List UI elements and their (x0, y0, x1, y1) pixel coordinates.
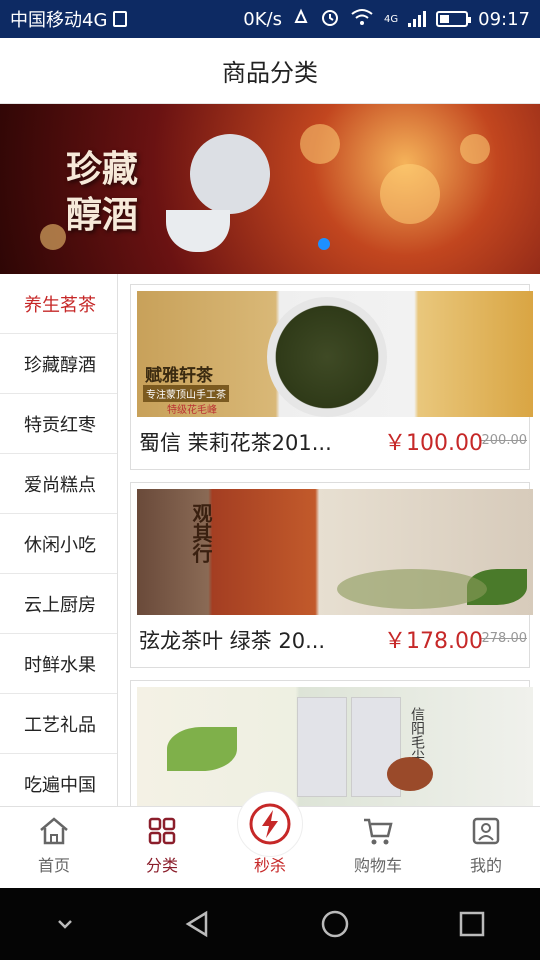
sidebar-item-label: 特贡红枣 (24, 414, 96, 436)
sidebar-item-label: 休闲小吃 (24, 534, 96, 556)
sidebar-item-kitchen[interactable]: 云上厨房 (0, 574, 117, 634)
tea-leaves-image (337, 569, 487, 609)
tea-box-image (297, 697, 347, 797)
product-card[interactable]: 观其行 弦龙茶叶 绿茶 20... ￥178.00 278.00 (130, 482, 533, 668)
sidebar-item-label: 吃遍中国 (24, 774, 96, 796)
signal-icon (408, 11, 427, 27)
product-original-price: 200.00 (481, 433, 528, 448)
product-image-brand: 观其行 (189, 503, 213, 563)
sidebar-item-label: 时鲜水果 (24, 654, 96, 676)
notification-icon (292, 8, 310, 31)
product-image-brand: 信阳毛尖 (409, 707, 425, 763)
nav-cart[interactable]: 购物车 (324, 807, 432, 888)
product-price: ￥178.00 (384, 629, 483, 654)
product-image: 信阳毛尖 (137, 687, 533, 806)
wifi-icon (350, 8, 374, 31)
flash-sale-icon (237, 791, 303, 857)
sidebar-item-wine[interactable]: 珍藏醇酒 (0, 334, 117, 394)
sim-icon (113, 11, 128, 27)
nav-home[interactable]: 首页 (0, 807, 108, 888)
product-image-brand: 赋雅轩茶 (145, 366, 213, 386)
system-nav-bar (0, 888, 540, 960)
page-title: 商品分类 (222, 59, 318, 87)
sidebar-item-label: 云上厨房 (24, 594, 96, 616)
sidebar-item-label: 养生茗茶 (24, 294, 96, 316)
product-image: 观其行 (137, 489, 533, 615)
recent-apps-icon[interactable] (456, 908, 488, 940)
banner-bokeh (300, 124, 340, 164)
battery-icon (436, 11, 472, 27)
sidebar-item-snacks[interactable]: 休闲小吃 (0, 514, 117, 574)
network-speed: 0K/s (243, 8, 282, 30)
carousel-indicator-dot[interactable] (318, 238, 330, 250)
alarm-icon (320, 7, 340, 32)
profile-icon (470, 816, 502, 846)
product-title: 弦龙茶叶 绿茶 20... (139, 629, 326, 653)
nav-label: 购物车 (353, 856, 402, 875)
page-header: 商品分类 (0, 38, 540, 104)
tea-leaf-image (167, 727, 237, 771)
home-circle-icon[interactable] (319, 908, 351, 940)
product-image: 赋雅轩茶 专注蒙顶山手工茶 特级花毛峰 (137, 291, 533, 417)
bottom-nav: 首页 分类 秒杀 购物车 我的 (0, 791, 540, 888)
sidebar-item-label: 珍藏醇酒 (24, 354, 96, 376)
clock: 09:17 (478, 8, 530, 30)
promo-banner[interactable]: 珍藏 醇酒 (0, 104, 540, 274)
sidebar-item-label: 爱尚糕点 (24, 474, 96, 496)
product-card[interactable]: 赋雅轩茶 专注蒙顶山手工茶 特级花毛峰 蜀信 茉莉花茶201... ￥100.0… (130, 284, 533, 470)
home-icon (38, 816, 70, 846)
nav-label: 分类 (145, 856, 178, 875)
tea-leaves-image (267, 297, 387, 417)
category-sidebar: 养生茗茶 珍藏醇酒 特贡红枣 爱尚糕点 休闲小吃 云上厨房 时鲜水果 工艺礼品 … (0, 274, 118, 814)
nav-flash-sale[interactable]: 秒杀 (216, 791, 324, 888)
nav-label: 我的 (469, 856, 502, 875)
sidebar-item-pastry[interactable]: 爱尚糕点 (0, 454, 117, 514)
product-list: 赋雅轩茶 专注蒙顶山手工茶 特级花毛峰 蜀信 茉莉花茶201... ￥100.0… (118, 274, 540, 806)
nav-label: 首页 (37, 856, 70, 875)
back-icon[interactable] (182, 908, 214, 940)
banner-text-line1: 珍藏 (66, 148, 139, 190)
nav-category[interactable]: 分类 (108, 807, 216, 888)
product-title: 蜀信 茉莉花茶201... (139, 431, 332, 455)
banner-bokeh (380, 164, 440, 224)
wine-cup-image (166, 210, 230, 252)
sidebar-item-label: 工艺礼品 (24, 714, 96, 736)
chevron-down-icon[interactable] (53, 912, 77, 936)
sidebar-item-fruit[interactable]: 时鲜水果 (0, 634, 117, 694)
product-image-badge: 特级花毛峰 (167, 405, 217, 416)
product-card[interactable]: 信阳毛尖 (130, 680, 533, 806)
sidebar-item-gifts[interactable]: 工艺礼品 (0, 694, 117, 754)
banner-text-line2: 醇酒 (66, 194, 139, 236)
sidebar-item-china-food[interactable]: 吃遍中国 (0, 754, 117, 814)
network-type: 4G (384, 13, 399, 25)
cart-icon (362, 816, 394, 846)
category-icon (146, 816, 178, 846)
banner-bokeh (460, 134, 490, 164)
banner-bokeh (40, 224, 66, 250)
product-image-subtext: 专注蒙顶山手工茶 (143, 385, 229, 402)
product-original-price: 278.00 (481, 631, 528, 646)
product-price: ￥100.00 (384, 431, 483, 456)
sidebar-item-tea[interactable]: 养生茗茶 (0, 274, 117, 334)
nav-profile[interactable]: 我的 (432, 807, 540, 888)
status-bar: 中国移动4G 0K/s 4G 09:17 (0, 0, 540, 38)
banner-headline: 珍藏 醇酒 (66, 146, 138, 238)
sidebar-item-dates[interactable]: 特贡红枣 (0, 394, 117, 454)
carrier-label: 中国移动4G (10, 10, 108, 31)
teapot-image (387, 757, 433, 791)
